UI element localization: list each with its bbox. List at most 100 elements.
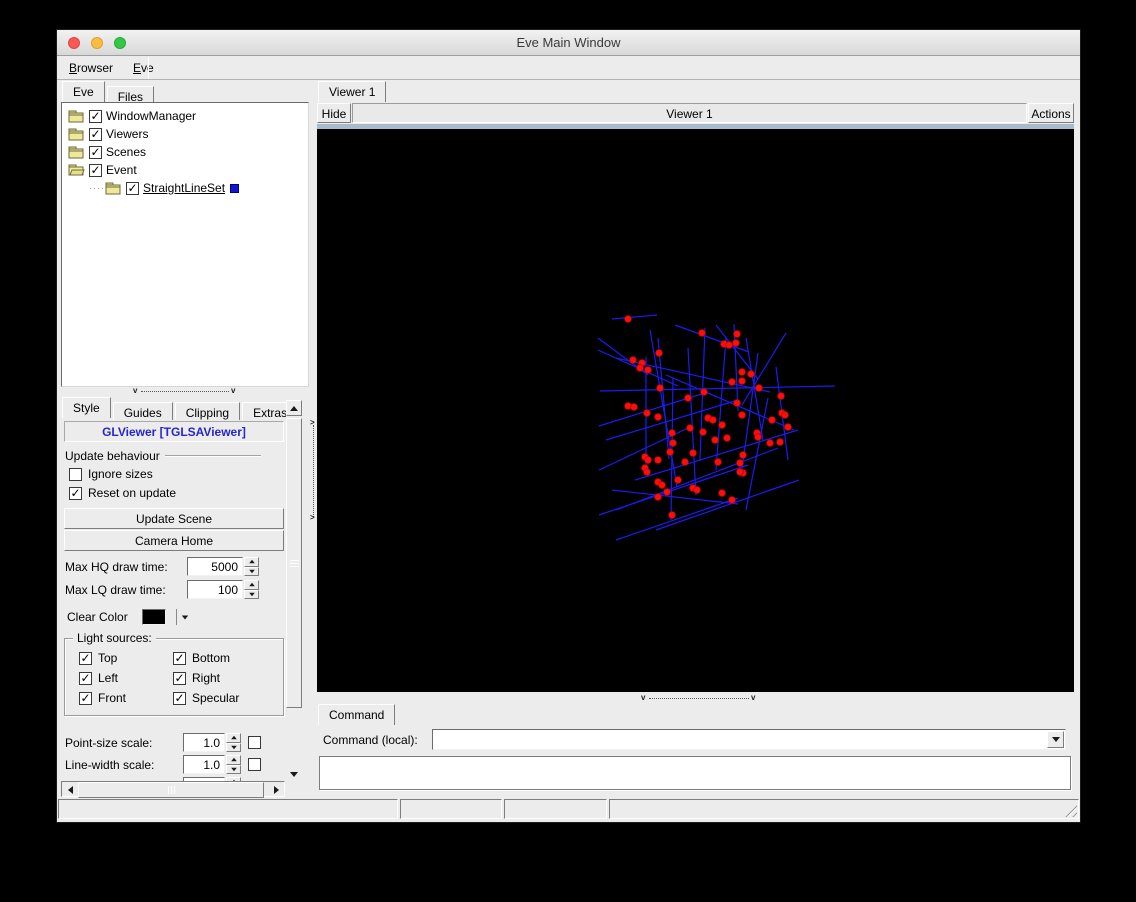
- tree-item-label[interactable]: WindowManager: [106, 109, 196, 123]
- tab-clipping[interactable]: Clipping: [175, 402, 240, 420]
- clear-color-swatch[interactable]: [142, 609, 166, 625]
- scale-option-checkbox[interactable]: [248, 736, 261, 749]
- menu-eve[interactable]: Eve: [123, 59, 164, 77]
- tree-item-checkbox[interactable]: ✓: [89, 110, 102, 123]
- tree-item-label[interactable]: Scenes: [106, 145, 146, 159]
- light-front-row: ✓ Front: [79, 691, 126, 705]
- check-mark-icon: ✓: [80, 673, 90, 683]
- tree-item-windowmanager[interactable]: ✓ WindowManager: [62, 107, 308, 125]
- thumb-grip-icon: [168, 786, 175, 794]
- tree-item-label[interactable]: Event: [106, 163, 137, 177]
- checkbox-label: Right: [192, 671, 220, 685]
- spin-row: Line-width scale:1.0: [65, 755, 261, 774]
- glviewer-header: GLViewer [TGLSAViewer]: [64, 421, 284, 442]
- light-right-row: ✓ Right: [173, 671, 220, 685]
- menu-frame-divider: [148, 57, 149, 79]
- eve-tree-view[interactable]: ✓WindowManager✓Viewers✓Scenes✓Event····✓…: [61, 102, 309, 387]
- tab-viewer-1[interactable]: Viewer 1: [318, 81, 386, 102]
- tab-style[interactable]: Style: [62, 397, 111, 418]
- gl-viewport[interactable]: [317, 129, 1074, 692]
- viewer-title: Viewer 1: [352, 103, 1027, 123]
- light-specular-row: ✓Specular: [173, 691, 239, 705]
- spin-buttons: [244, 557, 259, 576]
- spin-up-button[interactable]: [226, 733, 241, 743]
- viewer-command-splitter[interactable]: v v: [317, 695, 1074, 703]
- tab-command[interactable]: Command: [318, 704, 395, 725]
- spin-down-button[interactable]: [226, 743, 241, 753]
- style-panel-tabs: StyleGuidesClippingExtras: [62, 397, 300, 418]
- spin-buttons: [226, 755, 241, 774]
- check-mark-icon: ✓: [90, 165, 100, 175]
- tree-item-label[interactable]: Viewers: [106, 127, 148, 141]
- checkbox[interactable]: ✓: [79, 672, 92, 685]
- scroll-right-button[interactable]: [268, 782, 284, 798]
- spin-up-button[interactable]: [226, 755, 241, 765]
- spin-entry[interactable]: 1.0: [183, 755, 225, 774]
- check-mark-icon: ✓: [80, 653, 90, 663]
- scroll-up-button[interactable]: [286, 400, 302, 416]
- horizontal-scroll-thumb[interactable]: [78, 782, 264, 798]
- tree-item-checkbox[interactable]: ✓: [126, 182, 139, 195]
- chevron-down-icon: [1052, 737, 1060, 742]
- tree-item-scenes[interactable]: ✓ Scenes: [62, 143, 308, 161]
- checkbox[interactable]: ✓: [79, 652, 92, 665]
- status-section: [58, 799, 398, 819]
- status-section: [609, 799, 1079, 819]
- light-bottom-row: ✓Bottom: [173, 651, 230, 665]
- tree-item-straightlineset[interactable]: ····✓StraightLineSet: [62, 179, 308, 197]
- folder-icon: [68, 163, 85, 177]
- checkbox[interactable]: ✓: [79, 692, 92, 705]
- spin-down-button[interactable]: [244, 590, 259, 600]
- tree-item-viewers[interactable]: ✓ Viewers: [62, 125, 308, 143]
- actions-button[interactable]: Actions: [1028, 103, 1074, 123]
- check-mark-icon: ✓: [174, 693, 184, 703]
- viewer-header-bar: Hide Viewer 1 Actions: [317, 103, 1074, 123]
- checkbox-label: Front: [98, 691, 126, 705]
- style-horizontal-scrollbar[interactable]: [61, 781, 285, 797]
- spin-entry[interactable]: 100: [187, 580, 243, 599]
- spin-entry[interactable]: 5000: [187, 557, 243, 576]
- command-input[interactable]: [432, 729, 1066, 750]
- tree-style-splitter[interactable]: v v: [61, 388, 309, 396]
- spin-up-button[interactable]: [244, 557, 259, 567]
- menu-browser[interactable]: Browser: [59, 59, 123, 77]
- spin-value: 1.0: [203, 758, 220, 772]
- checkbox-label: Ignore sizes: [88, 467, 153, 481]
- checkbox-label: Top: [98, 651, 117, 665]
- spin-row: Max LQ draw time:100: [65, 580, 259, 599]
- spin-down-button[interactable]: [226, 765, 241, 775]
- update-scene-button[interactable]: Update Scene: [64, 508, 284, 529]
- spin-entry[interactable]: 1.0: [183, 733, 225, 752]
- tree-item-checkbox[interactable]: ✓: [89, 164, 102, 177]
- checkbox[interactable]: ✓: [173, 672, 186, 685]
- scroll-left-button[interactable]: [62, 782, 78, 798]
- scroll-down-button[interactable]: [286, 766, 302, 782]
- window-title: Eve Main Window: [57, 35, 1080, 50]
- checkbox[interactable]: ✓: [173, 652, 186, 665]
- spin-row-label: Point-size scale:: [65, 736, 183, 750]
- checkbox[interactable]: ✓: [173, 692, 186, 705]
- clear-color-dropdown[interactable]: [176, 609, 189, 625]
- tab-eve[interactable]: Eve: [62, 81, 105, 102]
- command-history-dropdown[interactable]: [1047, 731, 1064, 748]
- tree-item-checkbox[interactable]: ✓: [89, 128, 102, 141]
- spin-value: 100: [218, 583, 238, 597]
- tree-item-label[interactable]: StraightLineSet: [143, 181, 225, 195]
- hide-button[interactable]: Hide: [317, 103, 351, 123]
- checkbox-label: Left: [98, 671, 118, 685]
- tab-guides[interactable]: Guides: [113, 402, 173, 420]
- tree-item-event[interactable]: ✓ Event: [62, 161, 308, 179]
- style-vertical-scrollbar[interactable]: [286, 400, 302, 782]
- light-top-row: ✓ Top: [79, 651, 117, 665]
- scale-option-checkbox[interactable]: [248, 758, 261, 771]
- spin-down-button[interactable]: [244, 567, 259, 577]
- title-bar[interactable]: Eve Main Window: [57, 30, 1080, 56]
- tree-item-checkbox[interactable]: ✓: [89, 146, 102, 159]
- command-output[interactable]: [319, 756, 1071, 790]
- checkbox[interactable]: ✓: [69, 487, 82, 500]
- camera-home-button[interactable]: Camera Home: [64, 530, 284, 551]
- vertical-scroll-thumb[interactable]: [286, 418, 302, 708]
- checkbox[interactable]: [69, 468, 82, 481]
- check-mark-icon: ✓: [90, 147, 100, 157]
- spin-up-button[interactable]: [244, 580, 259, 590]
